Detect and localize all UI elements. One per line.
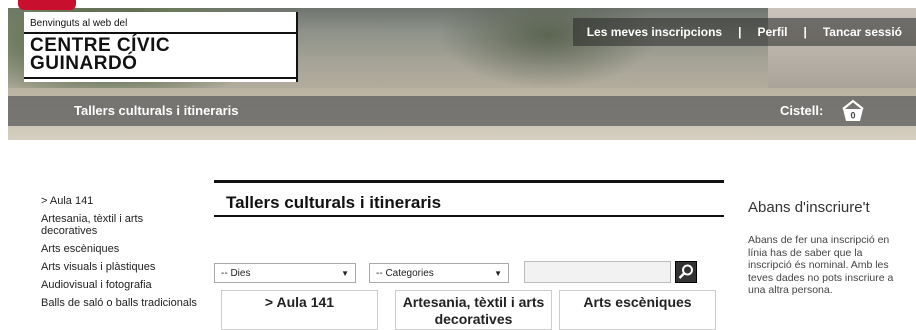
category-tile-aula-141[interactable]: > Aula 141 xyxy=(221,290,378,330)
category-tile-arts-esceniques[interactable]: Arts escèniques xyxy=(559,290,716,330)
site-name: CENTRE CÍVIC GUINARDÓ xyxy=(30,36,170,74)
cart-label[interactable]: Cistell: xyxy=(780,103,823,118)
nav-separator: | xyxy=(803,25,807,39)
nav-profile[interactable]: Perfil xyxy=(743,25,801,39)
brand-tab xyxy=(18,0,76,10)
section-title: Tallers culturals i itineraris xyxy=(74,103,239,118)
sidebar-item-aula-141[interactable]: > Aula 141 xyxy=(41,195,201,207)
top-navigation: Les meves inscripcions | Perfil | Tancar… xyxy=(572,18,916,46)
section-bar: Tallers culturals i itineraris Cistell: … xyxy=(8,96,916,126)
site-name-line2: GUINARDÓ xyxy=(30,53,138,74)
aside-heading: Abans d'inscriure't xyxy=(748,199,870,216)
sidebar-item-audiovisual[interactable]: Audiovisual i fotografia xyxy=(41,279,201,291)
site-logo[interactable]: Benvinguts al web del CENTRE CÍVIC GUINA… xyxy=(24,12,298,82)
logo-rule xyxy=(24,32,296,34)
category-sidebar: > Aula 141 Artesania, tèxtil i arts deco… xyxy=(41,195,201,315)
page-title: Tallers culturals i itineraris xyxy=(226,193,442,212)
nav-separator: | xyxy=(738,25,742,39)
basket-icon[interactable]: 0 xyxy=(840,98,866,124)
days-select[interactable]: -- Dies ▼ xyxy=(214,263,356,283)
categories-select-value: -- Categories xyxy=(376,267,434,279)
aside-text: Abans de fer una inscripció en línia has… xyxy=(748,234,894,296)
title-rule xyxy=(214,180,724,183)
search-icon xyxy=(678,264,693,279)
search-button[interactable] xyxy=(675,261,697,283)
title-rule xyxy=(214,215,724,217)
chevron-down-icon: ▼ xyxy=(494,268,502,278)
nav-my-registrations[interactable]: Les meves inscripcions xyxy=(573,25,736,39)
sidebar-item-artesania[interactable]: Artesania, tèxtil i arts decoratives xyxy=(41,213,201,237)
sidebar-item-arts-esceniques[interactable]: Arts escèniques xyxy=(41,243,201,255)
categories-select[interactable]: -- Categories ▼ xyxy=(369,263,509,283)
search-input[interactable] xyxy=(524,261,671,283)
category-tile-artesania[interactable]: Artesania, tèxtil i arts decoratives xyxy=(395,290,552,330)
cart-count: 0 xyxy=(850,111,855,121)
welcome-text: Benvinguts al web del xyxy=(30,18,128,29)
chevron-down-icon: ▼ xyxy=(341,268,349,278)
nav-logout[interactable]: Tancar sessió xyxy=(809,25,916,39)
days-select-value: -- Dies xyxy=(221,267,251,279)
logo-rule xyxy=(24,77,296,79)
sidebar-item-balls[interactable]: Balls de saló o balls tradicionals xyxy=(41,297,201,309)
sidebar-item-arts-visuals[interactable]: Arts visuals i plàstiques xyxy=(41,261,201,273)
info-aside: Abans d'inscriure't Abans de fer una ins… xyxy=(748,195,908,297)
